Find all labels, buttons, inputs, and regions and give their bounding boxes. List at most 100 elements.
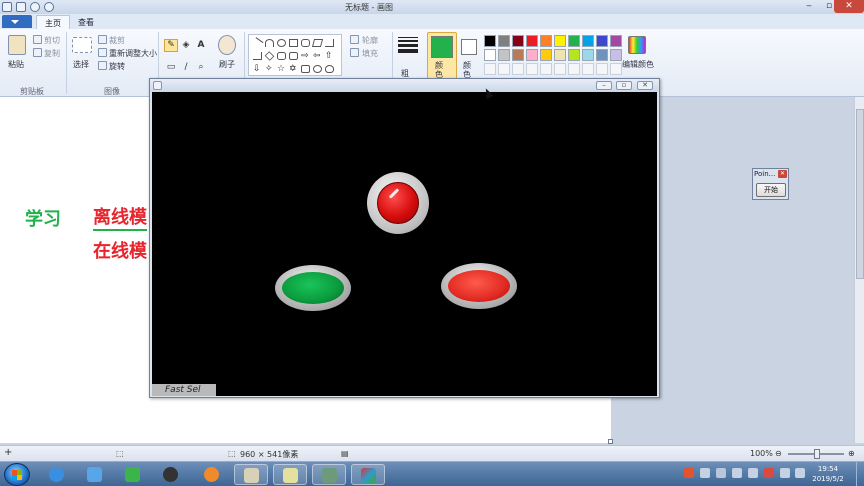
triangle-shape-icon[interactable] (325, 39, 334, 47)
right-arrow-shape-icon[interactable]: ⇨ (301, 52, 310, 61)
point-window-close-button[interactable]: ✕ (778, 170, 787, 178)
eraser-tool-icon[interactable]: ▭ (164, 61, 178, 74)
resize-button[interactable]: 重新调整大小 (109, 48, 157, 59)
palette-empty-swatch[interactable] (498, 63, 510, 75)
palette-swatch[interactable] (582, 49, 594, 61)
taskbar-media-button[interactable] (116, 464, 150, 485)
palette-swatch[interactable] (596, 35, 608, 47)
color2-swatch[interactable] (461, 39, 477, 55)
curve-shape-icon[interactable] (265, 39, 274, 47)
rotate-button[interactable]: 旋转 (109, 61, 125, 72)
palette-empty-swatch[interactable] (610, 63, 622, 75)
zoom-slider-thumb[interactable] (814, 449, 820, 459)
green-oval-button[interactable] (275, 265, 351, 311)
tray-icon[interactable] (716, 468, 726, 478)
six-point-star-shape-icon[interactable]: ✡ (289, 65, 298, 74)
palette-swatch[interactable] (540, 35, 552, 47)
palette-swatch[interactable] (568, 49, 580, 61)
taskbar-app-button[interactable] (78, 464, 112, 485)
fastsel-maximize-button[interactable]: ▫ (616, 81, 632, 90)
outline-button[interactable]: 轮廓 (362, 35, 378, 46)
vertical-scrollbar[interactable] (854, 97, 864, 443)
diamond-shape-icon[interactable] (264, 51, 275, 61)
color-picker-icon[interactable]: ∕ (179, 61, 193, 74)
palette-empty-swatch[interactable] (540, 63, 552, 75)
palette-swatch[interactable] (596, 49, 608, 61)
five-point-star-shape-icon[interactable]: ☆ (277, 65, 286, 74)
paste-icon[interactable] (8, 35, 26, 55)
close-button[interactable]: ✕ (834, 0, 864, 13)
palette-swatch[interactable] (484, 49, 496, 61)
paint-app-icon[interactable] (2, 2, 12, 12)
cut-button[interactable]: 剪切 (44, 35, 60, 46)
redo-icon[interactable] (44, 2, 54, 12)
fill-button[interactable]: 填充 (362, 48, 378, 59)
input-method-icon[interactable] (684, 468, 694, 478)
callout-oval-shape-icon[interactable] (313, 65, 322, 73)
copy-button[interactable]: 复制 (44, 48, 60, 59)
line-shape-icon[interactable] (251, 37, 264, 49)
volume-icon[interactable] (780, 468, 790, 478)
palette-empty-swatch[interactable] (512, 63, 524, 75)
tab-view[interactable]: 查看 (70, 15, 102, 29)
crop-button[interactable]: 裁剪 (109, 35, 125, 46)
color1-swatch[interactable] (431, 36, 453, 58)
palette-empty-swatch[interactable] (582, 63, 594, 75)
tab-home[interactable]: 主页 (36, 15, 70, 29)
taskbar-ie-button[interactable] (40, 464, 74, 485)
polygon-shape-icon[interactable] (311, 39, 324, 47)
taskbar-app2-button[interactable] (154, 464, 188, 485)
fastsel-minimize-button[interactable]: – (596, 81, 612, 90)
minimize-button[interactable]: ‒ (798, 0, 820, 13)
text-tool-icon[interactable]: A (194, 39, 208, 52)
palette-empty-swatch[interactable] (596, 63, 608, 75)
four-point-star-shape-icon[interactable]: ✧ (265, 65, 274, 74)
start-menu-button[interactable] (4, 463, 30, 486)
palette-empty-swatch[interactable] (526, 63, 538, 75)
palette-swatch[interactable] (498, 35, 510, 47)
canvas-resize-handle[interactable] (608, 439, 613, 444)
network-icon[interactable] (748, 468, 758, 478)
callout-rectangle-shape-icon[interactable] (301, 65, 310, 73)
taskbar-paint-button[interactable] (234, 464, 268, 485)
magnifier-icon[interactable]: ⌕ (194, 61, 208, 74)
palette-empty-swatch[interactable] (568, 63, 580, 75)
select-icon[interactable] (72, 37, 92, 53)
hexagon-shape-icon[interactable] (289, 52, 298, 60)
down-arrow-shape-icon[interactable]: ⇩ (253, 65, 262, 74)
start-button[interactable]: 开始 (756, 183, 786, 197)
left-arrow-shape-icon[interactable]: ⇦ (313, 52, 322, 61)
palette-swatch[interactable] (540, 49, 552, 61)
edit-colors-icon[interactable] (628, 36, 646, 54)
pentagon-shape-icon[interactable] (277, 52, 286, 60)
tray-icon[interactable] (764, 468, 774, 478)
line-size-icon[interactable] (398, 37, 418, 55)
rectangle-shape-icon[interactable] (289, 39, 298, 47)
palette-swatch[interactable] (484, 35, 496, 47)
paste-button[interactable]: 粘贴 (8, 59, 24, 70)
palette-swatch[interactable] (526, 49, 538, 61)
select-button[interactable]: 选择 (73, 59, 89, 70)
zoom-in-button[interactable]: ⊕ (848, 449, 855, 458)
palette-swatch[interactable] (512, 35, 524, 47)
palette-swatch[interactable] (498, 49, 510, 61)
clock[interactable]: 19:54 2019/5/2 (808, 464, 848, 484)
zoom-out-button[interactable]: ⊖ (775, 449, 782, 458)
brush-button[interactable]: 刷子 (219, 59, 235, 70)
taskbar-app3-button[interactable] (195, 464, 229, 485)
red-oval-button[interactable] (441, 263, 517, 309)
palette-swatch[interactable] (568, 35, 580, 47)
callout-cloud-shape-icon[interactable] (325, 65, 334, 73)
scrollbar-thumb[interactable] (856, 109, 864, 279)
edit-colors-button[interactable]: 编辑颜色 (622, 59, 654, 70)
palette-swatch[interactable] (554, 49, 566, 61)
taskbar-app4-button[interactable] (273, 464, 307, 485)
palette-swatch[interactable] (582, 35, 594, 47)
taskbar-fastsel-button[interactable] (351, 464, 385, 485)
palette-swatch[interactable] (610, 35, 622, 47)
taskbar-app5-button[interactable] (312, 464, 346, 485)
undo-icon[interactable] (30, 2, 40, 12)
fill-tool-icon[interactable]: ◈ (179, 39, 193, 52)
palette-empty-swatch[interactable] (554, 63, 566, 75)
tray-icon[interactable] (700, 468, 710, 478)
